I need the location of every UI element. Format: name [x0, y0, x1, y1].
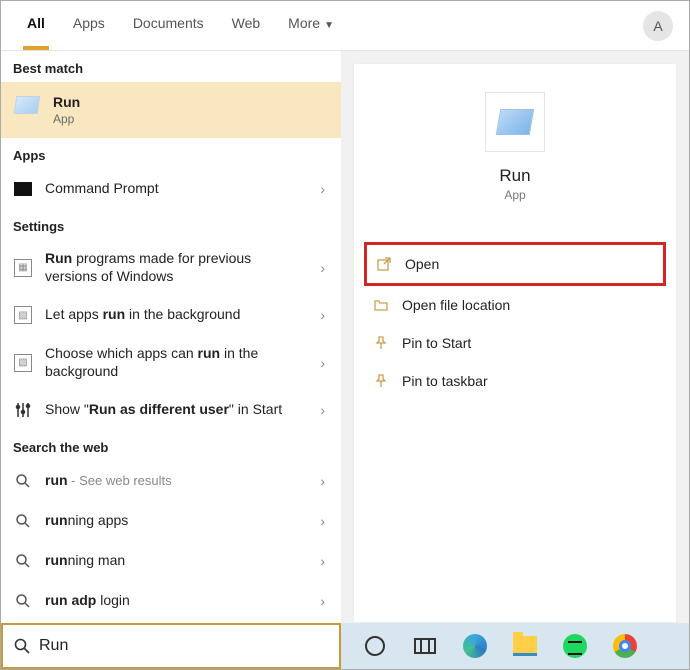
section-header-settings: Settings — [1, 209, 341, 240]
preview-title: Run — [354, 166, 676, 186]
folder-icon — [372, 296, 390, 314]
result-label: run - See web results — [45, 472, 308, 490]
result-label: run adp login — [45, 592, 308, 610]
chevron-right-icon[interactable]: › — [320, 260, 329, 276]
taskbar-explorer-icon[interactable] — [511, 632, 539, 660]
main-area: Best match Run App Apps Command Prompt ›… — [1, 51, 689, 623]
taskbar-edge-icon[interactable] — [461, 632, 489, 660]
taskbar — [341, 623, 689, 669]
chevron-down-icon: ▼ — [324, 20, 334, 31]
tab-web[interactable]: Web — [218, 1, 275, 50]
best-match-item[interactable]: Run App — [1, 82, 341, 138]
sliders-icon — [13, 400, 33, 420]
best-match-subtitle: App — [53, 112, 329, 126]
result-setting-previous-versions[interactable]: ▦ Run programs made for previous version… — [1, 240, 341, 295]
action-label: Pin to taskbar — [402, 373, 488, 389]
taskbar-chrome-icon[interactable] — [611, 632, 639, 660]
results-pane: Best match Run App Apps Command Prompt ›… — [1, 51, 341, 623]
search-icon — [13, 511, 33, 531]
open-icon — [375, 255, 393, 273]
tab-documents[interactable]: Documents — [119, 1, 218, 50]
run-app-icon — [485, 92, 545, 152]
result-web-running-man[interactable]: running man › — [1, 541, 341, 581]
result-label: Command Prompt — [45, 180, 308, 198]
action-label: Open — [405, 256, 439, 272]
preview-actions: Open Open file location Pin to Start Pin… — [354, 242, 676, 400]
taskbar-cortana-icon[interactable] — [361, 632, 389, 660]
search-input[interactable] — [39, 637, 329, 655]
chevron-right-icon[interactable]: › — [320, 355, 329, 371]
chevron-right-icon[interactable]: › — [320, 181, 329, 197]
result-setting-run-as-user[interactable]: Show "Run as different user" in Start › — [1, 390, 341, 430]
chevron-right-icon[interactable]: › — [320, 513, 329, 529]
run-app-icon — [15, 96, 41, 116]
user-avatar[interactable]: A — [643, 11, 673, 41]
chevron-right-icon[interactable]: › — [320, 593, 329, 609]
chevron-right-icon[interactable]: › — [320, 402, 329, 418]
pin-icon — [372, 372, 390, 390]
preview-pane: Run App Open Open file location Pin to — [353, 63, 677, 623]
chevron-right-icon[interactable]: › — [320, 553, 329, 569]
preview-hero: Run App — [354, 64, 676, 202]
action-open-file-location[interactable]: Open file location — [364, 286, 666, 324]
search-icon — [13, 591, 33, 611]
search-bar[interactable] — [1, 623, 341, 669]
result-label: Run programs made for previous versions … — [45, 250, 308, 285]
preview-subtitle: App — [354, 188, 676, 202]
result-web-run[interactable]: run - See web results › — [1, 461, 341, 501]
result-label: Let apps run in the background — [45, 306, 308, 324]
result-label: Choose which apps can run in the backgro… — [45, 345, 308, 380]
result-web-running-apps[interactable]: running apps › — [1, 501, 341, 541]
action-label: Open file location — [402, 297, 510, 313]
action-open[interactable]: Open — [364, 242, 666, 286]
pin-icon — [372, 334, 390, 352]
tab-more[interactable]: More▼ — [274, 1, 348, 50]
result-setting-background-apps[interactable]: ▧ Let apps run in the background › — [1, 295, 341, 335]
section-header-web: Search the web — [1, 430, 341, 461]
action-pin-to-start[interactable]: Pin to Start — [364, 324, 666, 362]
best-match-title: Run — [53, 94, 329, 110]
result-label: running man — [45, 552, 308, 570]
search-icon — [13, 471, 33, 491]
chevron-right-icon[interactable]: › — [320, 473, 329, 489]
section-header-best-match: Best match — [1, 51, 341, 82]
result-web-run-adp[interactable]: run adp login › — [1, 581, 341, 621]
command-prompt-icon — [13, 179, 33, 199]
result-command-prompt[interactable]: Command Prompt › — [1, 169, 341, 209]
settings-icon: ▧ — [13, 353, 33, 373]
top-tabs-bar: All Apps Documents Web More▼ A — [1, 1, 689, 51]
tab-apps[interactable]: Apps — [59, 1, 119, 50]
result-label: Show "Run as different user" in Start — [45, 401, 308, 419]
settings-icon: ▦ — [13, 258, 33, 278]
search-icon — [13, 637, 31, 655]
tabs: All Apps Documents Web More▼ — [13, 1, 348, 50]
search-icon — [13, 551, 33, 571]
action-label: Pin to Start — [402, 335, 471, 351]
section-header-apps: Apps — [1, 138, 341, 169]
taskbar-spotify-icon[interactable] — [561, 632, 589, 660]
result-setting-choose-apps[interactable]: ▧ Choose which apps can run in the backg… — [1, 335, 341, 390]
tab-all[interactable]: All — [13, 1, 59, 50]
taskbar-task-view-icon[interactable] — [411, 632, 439, 660]
result-label: running apps — [45, 512, 308, 530]
action-pin-to-taskbar[interactable]: Pin to taskbar — [364, 362, 666, 400]
settings-icon: ▧ — [13, 305, 33, 325]
chevron-right-icon[interactable]: › — [320, 307, 329, 323]
